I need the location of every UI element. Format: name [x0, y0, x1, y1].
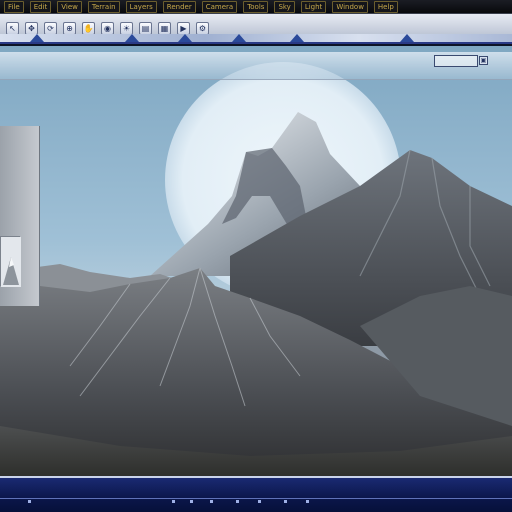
- pointer-icon[interactable]: ↖: [6, 21, 19, 35]
- terrain-render: [0, 62, 512, 476]
- menu-item-terrain[interactable]: Terrain: [87, 0, 120, 13]
- grid-icon[interactable]: ▦: [158, 21, 171, 35]
- status-tick: [236, 500, 239, 503]
- rotate-icon[interactable]: ⟳: [44, 21, 57, 35]
- menu-item-tools[interactable]: Tools: [243, 0, 269, 13]
- light-icon[interactable]: ☀: [120, 21, 133, 35]
- status-tick: [284, 500, 287, 503]
- strip-peak-icon: [30, 34, 44, 42]
- status-tick: [258, 500, 261, 503]
- pan-icon[interactable]: ✋: [82, 21, 95, 35]
- menu-item-edit[interactable]: Edit: [29, 0, 52, 13]
- menu-item-camera[interactable]: Camera: [201, 0, 238, 13]
- side-thumbnail[interactable]: [0, 236, 21, 287]
- strip-peak-icon: [290, 34, 304, 42]
- move-icon[interactable]: ✥: [25, 21, 38, 35]
- status-tick: [306, 500, 309, 503]
- menu-item-light[interactable]: Light: [300, 0, 327, 13]
- camera-icon[interactable]: ◉: [101, 21, 114, 35]
- toolbar-terrain-strip: [0, 34, 512, 42]
- strip-peak-icon: [125, 34, 139, 42]
- menu-item-render[interactable]: Render: [162, 0, 196, 13]
- strip-peak-icon: [178, 34, 192, 42]
- status-tick: [190, 500, 193, 503]
- strip-peak-icon: [400, 34, 414, 42]
- status-tick: [28, 500, 31, 503]
- side-panel: [0, 126, 40, 306]
- map-icon[interactable]: ▣: [479, 56, 488, 65]
- status-tick: [210, 500, 213, 503]
- settings-icon[interactable]: ⚙: [196, 21, 209, 35]
- strip-peak-icon: [232, 34, 246, 42]
- render-icon[interactable]: ▶: [177, 21, 190, 35]
- menu-item-window[interactable]: Window: [332, 0, 368, 13]
- status-bar: [0, 476, 512, 512]
- menu-item-sky[interactable]: Sky: [274, 0, 295, 13]
- menu-bar: File Edit View Terrain Layers Render Cam…: [0, 0, 512, 14]
- status-divider: [0, 498, 512, 499]
- zoom-icon[interactable]: ⊕: [63, 21, 76, 35]
- layer-icon[interactable]: ▤: [139, 21, 152, 35]
- menu-item-layers[interactable]: Layers: [125, 0, 157, 13]
- toolbar: ↖ ✥ ⟳ ⊕ ✋ ◉ ☀ ▤ ▦ ▶ ⚙: [0, 14, 512, 44]
- menu-item-view[interactable]: View: [57, 0, 82, 13]
- info-bar: ▣: [0, 52, 512, 80]
- terrain-viewport[interactable]: ▣: [0, 46, 512, 476]
- thumbnail-peak-icon: [1, 237, 21, 287]
- coordinate-box[interactable]: [434, 55, 478, 67]
- status-tick: [172, 500, 175, 503]
- menu-item-file[interactable]: File: [4, 0, 24, 13]
- menu-item-help[interactable]: Help: [373, 0, 398, 13]
